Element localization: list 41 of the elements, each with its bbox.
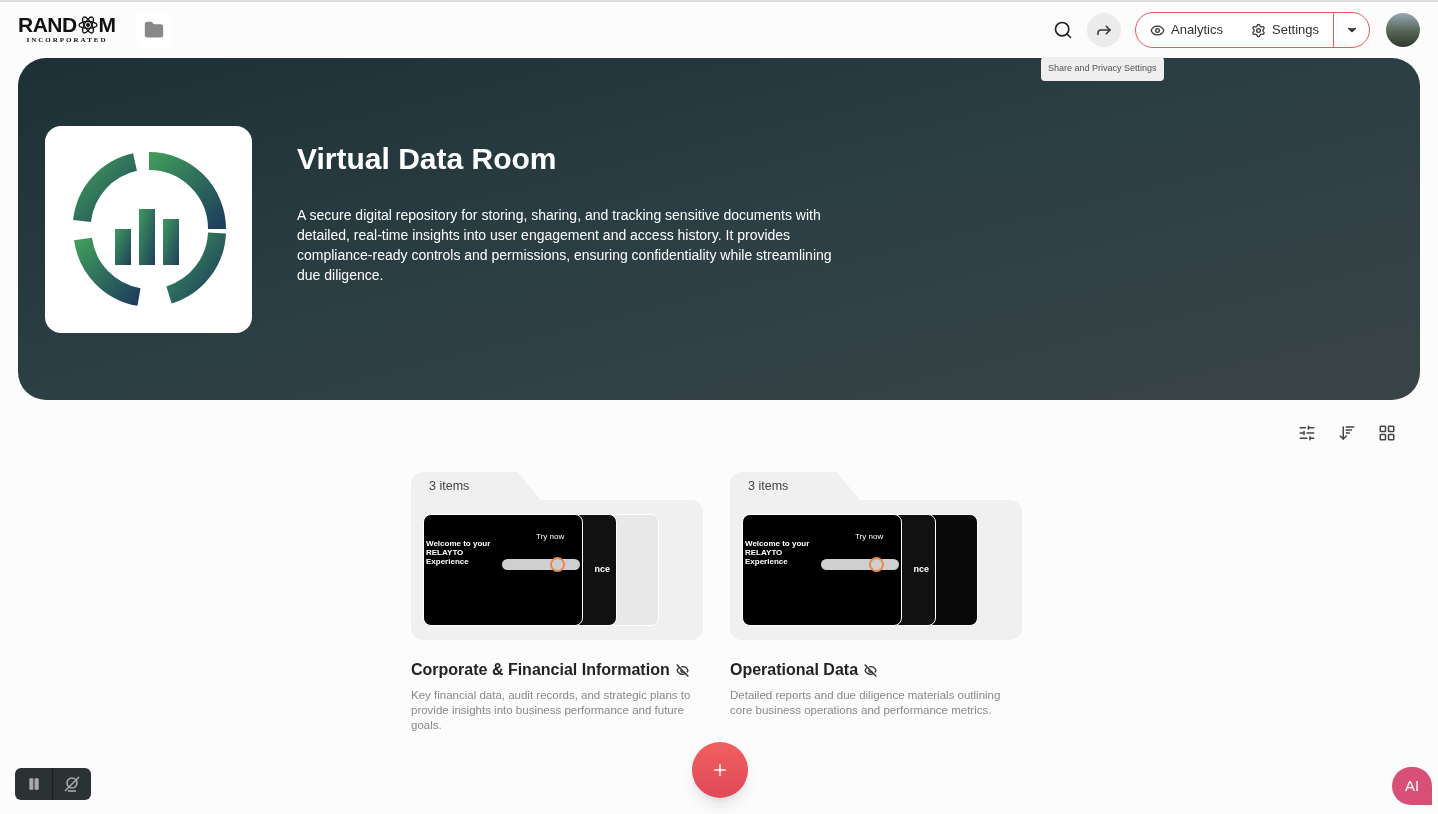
share-button[interactable] <box>1087 13 1121 47</box>
sort-button[interactable] <box>1338 424 1356 442</box>
search-icon <box>1053 20 1073 40</box>
folder-card[interactable]: nce Welcome to your RELAYTO Experience Try now <box>730 500 1022 640</box>
highlight-ring-icon <box>550 557 565 572</box>
slide-title: Welcome to your RELAYTO Experience <box>426 539 492 566</box>
eye-icon <box>1150 22 1165 38</box>
try-now-label: Try now <box>536 531 565 543</box>
webcam-off-icon <box>63 775 81 793</box>
try-now-label: Try now <box>855 531 884 543</box>
plus-icon <box>711 761 729 779</box>
tooltip: Share and Privacy Settings <box>1041 57 1164 81</box>
hero-title: Virtual Data Room <box>297 140 558 177</box>
slide-text: nce <box>594 563 610 577</box>
folder-description: Detailed reports and due diligence materials outlining core business operations and performance metrics. <box>730 688 1002 718</box>
action-button[interactable]: Analytics <box>1136 20 1237 40</box>
avatar[interactable] <box>1386 13 1420 47</box>
pause-icon <box>26 777 41 791</box>
filter-icon <box>1298 424 1316 442</box>
grid-view-button[interactable] <box>1378 424 1396 442</box>
ai-assistant-button[interactable]: AI <box>1392 767 1432 805</box>
highlight-ring-icon <box>869 557 884 572</box>
add-button[interactable] <box>692 742 748 798</box>
hero-description: A secure digital repository for storing, sharing, and tracking sensitive documents with detailed, real-time insights into user engagement and access history. It provides compliance-ready controls and permissions, ensuring confidentiality while streamlining due diligence. <box>297 205 833 285</box>
logo-text: M <box>98 14 117 36</box>
settings-icon <box>1251 22 1266 38</box>
folder-title[interactable]: Corporate & Financial Information <box>411 658 670 682</box>
item-count: 3 items <box>429 477 470 495</box>
grid-icon <box>1378 424 1396 442</box>
item-count: 3 items <box>748 477 789 495</box>
folder-icon <box>144 20 165 40</box>
folder-description: Key financial data, audit records, and strategic plans to provide insights into business performance and future goals. <box>411 688 692 733</box>
filter-button[interactable] <box>1298 424 1316 442</box>
atom-icon <box>77 14 98 35</box>
action-button[interactable]: Settings <box>1237 20 1333 40</box>
slide-text: nce <box>913 563 929 577</box>
sort-icon <box>1338 424 1356 442</box>
slide-title: Welcome to your RELAYTO Experience <box>745 539 811 566</box>
logo-text: RAND <box>18 14 77 36</box>
folder-card[interactable]: nce Welcome to your RELAYTO Experience Try now <box>411 500 703 640</box>
folder-title[interactable]: Operational Data <box>730 658 859 682</box>
